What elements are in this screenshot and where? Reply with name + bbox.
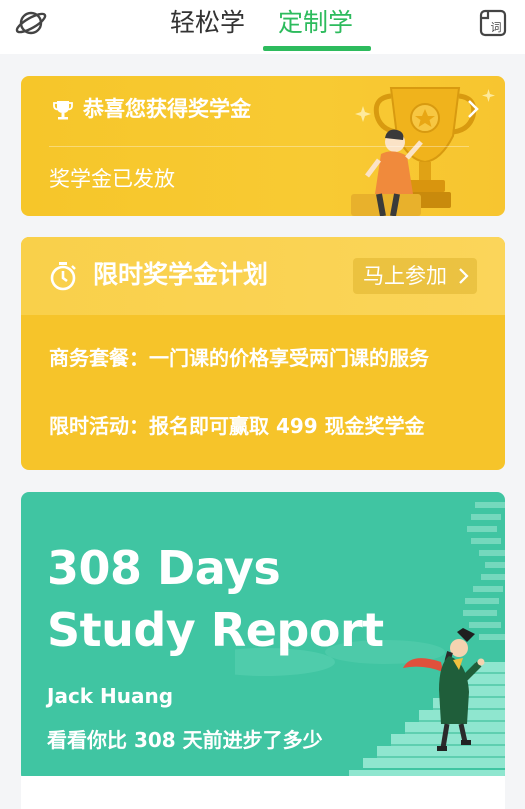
tab-easy-learn[interactable]: 轻松学 [170,6,245,40]
planet-icon[interactable] [14,8,48,38]
dictionary-icon[interactable]: 词 [479,9,507,37]
report-headline-title: Study Report [47,603,384,657]
divider [49,146,469,147]
scholarship-title: 恭喜您获得奖学金 [83,97,251,121]
join-now-label: 马上参加 [363,264,447,288]
chevron-right-icon [459,268,469,284]
next-card-peek [21,776,505,809]
report-headline-days: 308 Days [47,541,281,595]
user-name: Jack Huang [47,684,174,708]
scholarship-card[interactable]: 恭喜您获得奖学金 奖学金已发放 [21,76,505,216]
scholarship-status: 奖学金已发放 [49,167,175,191]
trophy-icon [53,101,73,120]
plan-title: 限时奖学金计划 [93,260,269,289]
join-now-button[interactable]: 马上参加 [353,258,477,294]
plan-offer-line: 商务套餐：一门课的价格享受两门课的服务 [49,346,429,370]
chevron-right-icon[interactable] [465,98,481,120]
plan-card-header: 限时奖学金计划 马上参加 [21,237,505,315]
active-tab-indicator [263,46,371,51]
timer-icon [50,262,76,291]
study-report-card[interactable]: 308 Days Study Report Jack Huang 看看你比 30… [21,492,505,782]
tab-custom-learn[interactable]: 定制学 [278,6,353,40]
plan-activity-line: 限时活动：报名即可赢取 499 现金奖学金 [49,414,425,438]
dictionary-icon-label: 词 [491,21,502,34]
top-bar: 轻松学 定制学 词 [0,0,525,54]
report-description: 看看你比 308 天前进步了多少 [47,728,323,752]
limited-plan-card: 限时奖学金计划 马上参加 商务套餐：一门课的价格享受两门课的服务 限时活动：报名… [21,237,505,470]
